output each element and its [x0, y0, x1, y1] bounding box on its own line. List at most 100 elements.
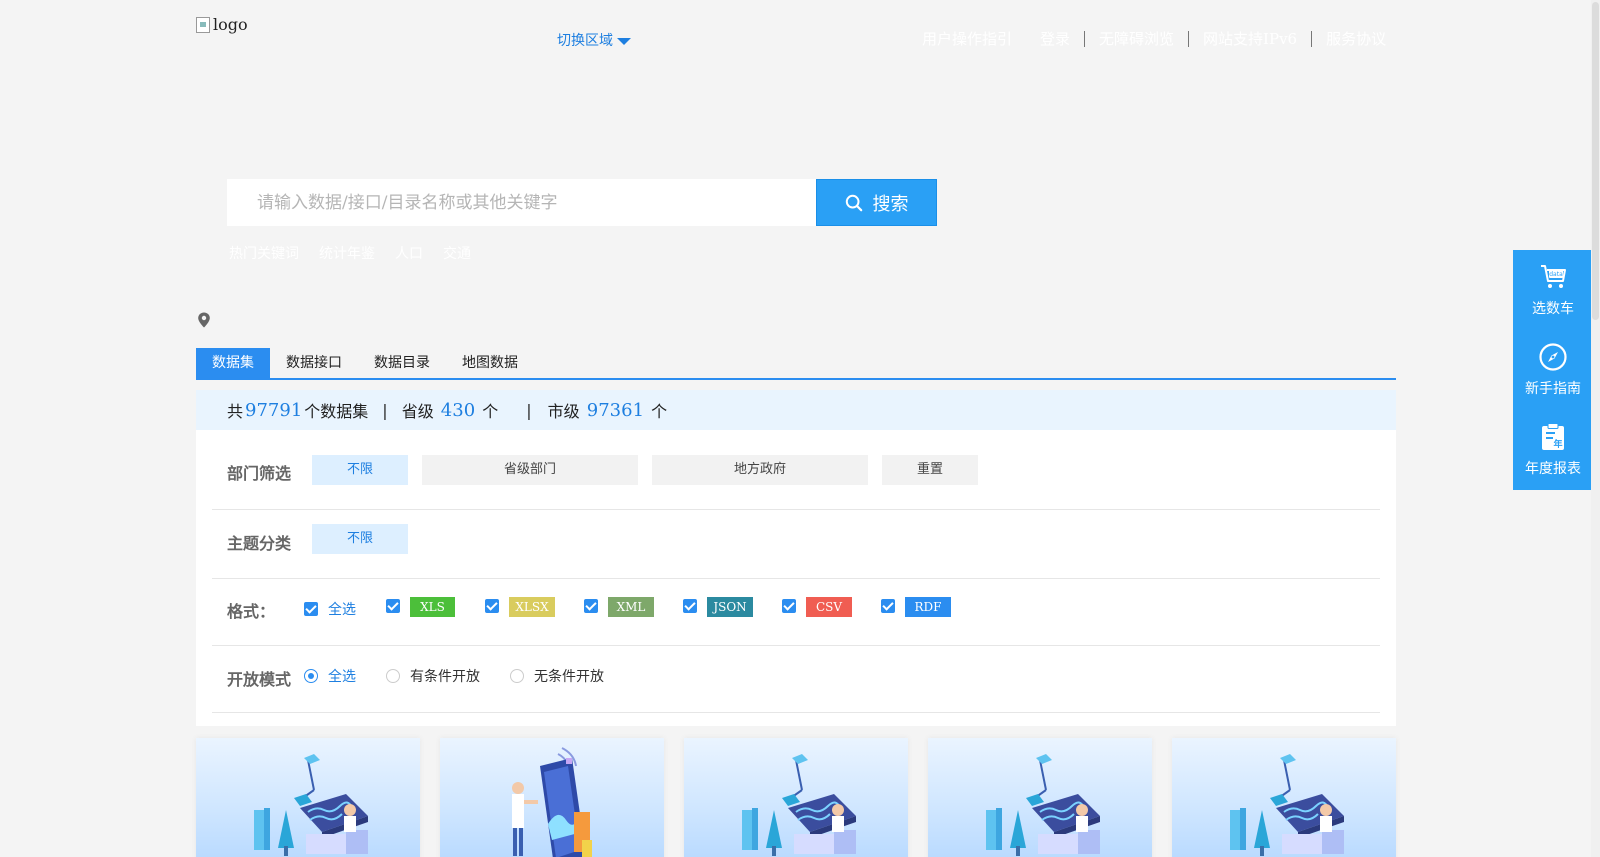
filter-row-open-mode: 开放模式 全选 有条件开放 无条件开放 [212, 646, 1380, 713]
search-button-label: 搜索 [872, 193, 909, 215]
annual-report-button[interactable]: 年 年度报表 [1513, 410, 1593, 490]
filter-label-department: 部门筛选 [227, 464, 292, 483]
data-analyst-illustration [254, 754, 368, 856]
search-button[interactable]: 搜索 [816, 179, 937, 226]
report-icon: 年 [1542, 423, 1564, 450]
hot-keyword-link[interactable]: 交通 [443, 243, 471, 263]
format-xml-checkbox[interactable] [584, 599, 598, 613]
format-rdf-checkbox[interactable] [881, 599, 895, 613]
top-nav: 用户操作指引 登录 无障碍浏览 网站支持IPv6 服务协议 [908, 29, 1400, 49]
dept-option-local-government[interactable]: 地方政府 [652, 455, 868, 485]
radio-selected-icon [304, 669, 318, 683]
format-csv-tag: CSV [806, 597, 852, 617]
filter-row-format: 格式： 全选 XLS XLSX XML JSON CSV RDF [212, 579, 1380, 646]
data-cart-label: 选数车 [1532, 301, 1574, 317]
cart-icon: data [1541, 265, 1566, 288]
data-analyst-illustration [742, 754, 856, 856]
open-mode-all-radio[interactable]: 全选 [304, 666, 356, 686]
city-unit: 个 [651, 402, 668, 421]
dataset-card[interactable] [928, 738, 1152, 857]
data-type-tabs: 数据集 数据接口 数据目录 地图数据 [196, 348, 1396, 380]
data-analyst-illustration [986, 754, 1100, 856]
radio-empty-icon [386, 669, 400, 683]
tab-data-catalog[interactable]: 数据目录 [358, 348, 446, 378]
data-analyst-illustration [1230, 754, 1344, 856]
filter-row-topic: 主题分类 不限 [212, 510, 1380, 579]
beginner-guide-label: 新手指南 [1525, 381, 1581, 397]
broken-image-icon [196, 16, 210, 33]
city-count: 97361 [586, 399, 645, 421]
format-rdf-tag: RDF [905, 597, 951, 617]
search-icon [845, 194, 862, 211]
logo-alt-text: logo [213, 15, 248, 34]
region-switch-button[interactable]: 切换区域 [551, 28, 637, 52]
count-divider: | [526, 400, 532, 420]
dept-reset-button[interactable]: 重置 [882, 455, 978, 485]
dept-option-provincial[interactable]: 省级部门 [422, 455, 638, 485]
search-bar: 搜索 [227, 179, 937, 226]
format-xls-checkbox[interactable] [386, 599, 400, 613]
format-xlsx-checkbox[interactable] [485, 599, 499, 613]
report-badge-text: 年 [1553, 438, 1562, 450]
nav-ipv6-link[interactable]: 网站支持IPv6 [1189, 29, 1311, 49]
format-json-tag: JSON [707, 597, 753, 617]
nav-login-link[interactable]: 登录 [1026, 29, 1084, 49]
format-json-checkbox[interactable] [683, 599, 697, 613]
province-count: 430 [440, 399, 476, 421]
annual-report-label: 年度报表 [1525, 461, 1581, 477]
nav-service-agreement-link[interactable]: 服务协议 [1312, 29, 1400, 49]
count-prefix: 共 [227, 402, 244, 421]
dept-option-unlimited[interactable]: 不限 [312, 455, 408, 485]
total-count: 97791 [245, 399, 303, 421]
tab-map-data[interactable]: 地图数据 [446, 348, 534, 378]
format-select-all-label: 全选 [328, 602, 356, 618]
nav-user-guide-link[interactable]: 用户操作指引 [908, 29, 1026, 49]
tab-datasets[interactable]: 数据集 [196, 348, 270, 378]
compass-icon [1539, 343, 1567, 371]
dataset-card[interactable] [1172, 738, 1396, 857]
scrollbar-thumb[interactable] [1592, 2, 1599, 320]
dataset-card[interactable] [196, 738, 420, 857]
hot-keyword-link[interactable]: 统计年鉴 [319, 243, 375, 263]
total-suffix: 个数据集 [304, 402, 369, 421]
filter-label-open-mode: 开放模式 [227, 670, 292, 689]
hot-keywords: 热门关键词 统计年鉴 人口 交通 [229, 243, 471, 263]
site-logo[interactable]: logo [196, 15, 248, 34]
caret-down-icon [617, 38, 631, 45]
cart-badge-text: data [1549, 271, 1563, 278]
province-label: 省级 [401, 402, 434, 421]
format-csv-checkbox[interactable] [782, 599, 796, 613]
filter-row-department: 部门筛选 不限 省级部门 地方政府 重置 [212, 430, 1380, 510]
open-mode-conditional-radio[interactable]: 有条件开放 [386, 666, 480, 686]
open-mode-conditional-label: 有条件开放 [410, 669, 480, 685]
dataset-card[interactable] [440, 738, 664, 857]
topic-option-unlimited[interactable]: 不限 [312, 524, 408, 554]
page-scrollbar[interactable] [1591, 0, 1600, 857]
location-pin-icon [198, 312, 210, 328]
beginner-guide-button[interactable]: 新手指南 [1513, 330, 1593, 410]
dataset-card[interactable] [684, 738, 908, 857]
format-xlsx-tag: XLSX [509, 597, 555, 617]
radio-empty-icon [510, 669, 524, 683]
filter-label-format: 格式： [227, 602, 276, 621]
open-mode-all-label: 全选 [328, 669, 356, 685]
floating-toolbar: data 选数车 新手指南 年 年度报表 [1513, 250, 1593, 490]
search-input[interactable] [227, 179, 816, 226]
hot-keyword-link[interactable]: 人口 [395, 243, 423, 263]
region-switch-label: 切换区域 [557, 33, 613, 49]
format-select-all[interactable]: 全选 [304, 599, 356, 619]
open-mode-unconditional-label: 无条件开放 [534, 669, 604, 685]
hot-keywords-title: 热门关键词 [229, 246, 299, 262]
filter-panel: 部门筛选 不限 省级部门 地方政府 重置 主题分类 不限 格式： 全选 XLS … [196, 430, 1396, 726]
city-label: 市级 [547, 402, 580, 421]
dataset-count-bar: 共 97791 个数据集 | 省级 430 个 | 市级 97361 个 [196, 390, 1396, 430]
filter-label-topic: 主题分类 [227, 534, 292, 553]
count-divider: | [382, 400, 388, 420]
tab-data-api[interactable]: 数据接口 [270, 348, 358, 378]
mobile-data-illustration [512, 747, 592, 857]
data-cart-button[interactable]: data 选数车 [1513, 250, 1593, 330]
checkbox-checked-icon [304, 602, 318, 616]
open-mode-unconditional-radio[interactable]: 无条件开放 [510, 666, 604, 686]
province-unit: 个 [482, 402, 499, 421]
nav-accessibility-link[interactable]: 无障碍浏览 [1085, 29, 1188, 49]
